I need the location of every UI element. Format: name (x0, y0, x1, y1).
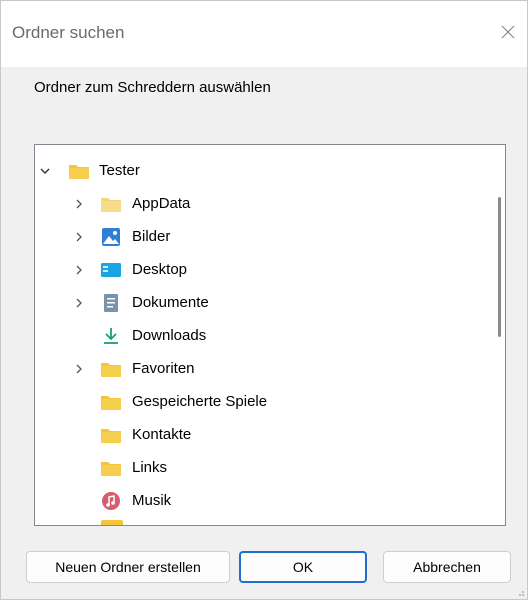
partial-folder-icon (101, 520, 123, 525)
tree-item-desktop[interactable]: Desktop (35, 254, 485, 286)
tree-item-downloads[interactable]: Downloads (35, 320, 485, 352)
chevron-right-icon[interactable] (72, 197, 86, 211)
tree-item-bilder[interactable]: Bilder (35, 221, 485, 253)
tree-item-dokumente[interactable]: Dokumente (35, 287, 485, 319)
ok-button[interactable]: OK (239, 551, 367, 583)
tree-item-label: Desktop (132, 261, 188, 278)
tree-item-label: Downloads (132, 327, 207, 344)
folder-icon (100, 425, 122, 445)
window-title: Ordner suchen (12, 23, 125, 42)
downloads-icon (100, 326, 122, 346)
chevron-right-icon[interactable] (72, 296, 86, 310)
tree-item-musik[interactable]: Musik (35, 485, 485, 517)
resize-grip-icon[interactable] (515, 587, 525, 597)
desktop-icon (100, 260, 122, 280)
tree-item-gespeicherte-spiele[interactable]: Gespeicherte Spiele (35, 386, 485, 418)
folder-tree[interactable]: Tester AppData Bilder Desktop Dokumente … (34, 144, 506, 526)
title-bar: Ordner suchen (1, 1, 527, 67)
tree-item-label: Kontakte (132, 426, 192, 443)
close-button[interactable] (495, 19, 521, 45)
tree-item-appdata[interactable]: AppData (35, 188, 485, 220)
folder-light-icon (100, 194, 122, 214)
close-icon (501, 25, 515, 39)
tree-item-label: Musik (132, 492, 172, 509)
pictures-icon (100, 227, 122, 247)
cancel-button[interactable]: Abbrechen (383, 551, 511, 583)
folder-icon (100, 458, 122, 478)
chevron-right-icon[interactable] (72, 230, 86, 244)
tree-item-label: Dokumente (132, 294, 209, 311)
dialog-prompt: Ordner zum Schreddern auswählen (34, 79, 271, 96)
tree-item-label: Tester (99, 162, 140, 179)
tree-item-label: AppData (132, 195, 191, 212)
music-icon (100, 491, 122, 511)
folder-browse-dialog: Ordner suchen Ordner zum Schreddern ausw… (0, 0, 528, 600)
tree-item-favoriten[interactable]: Favoriten (35, 353, 485, 385)
chevron-right-icon[interactable] (72, 263, 86, 277)
scrollbar-thumb[interactable] (498, 197, 501, 337)
tree-item-label: Bilder (132, 228, 171, 245)
vertical-scrollbar[interactable] (493, 145, 505, 525)
tree-item-label: Favoriten (132, 360, 195, 377)
tree-item-links[interactable]: Links (35, 452, 485, 484)
tree-item-kontakte[interactable]: Kontakte (35, 419, 485, 451)
chevron-right-icon[interactable] (72, 362, 86, 376)
new-folder-button[interactable]: Neuen Ordner erstellen (26, 551, 230, 583)
tree-item-label: Gespeicherte Spiele (132, 393, 268, 410)
documents-icon (100, 293, 122, 313)
folder-icon (100, 392, 122, 412)
folder-icon (68, 161, 90, 181)
chevron-down-icon[interactable] (38, 164, 52, 178)
tree-item-tester[interactable]: Tester (35, 155, 485, 187)
tree-item-label: Links (132, 459, 168, 476)
folder-icon (100, 359, 122, 379)
